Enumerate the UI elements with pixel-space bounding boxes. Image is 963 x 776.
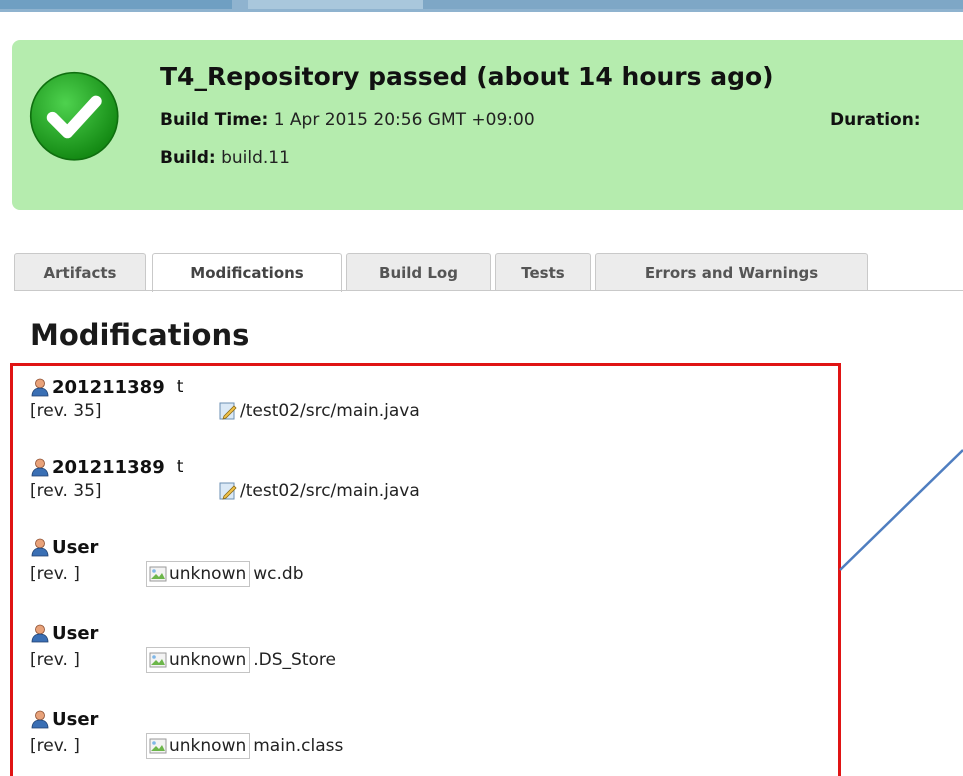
annotation-line: [839, 449, 963, 571]
